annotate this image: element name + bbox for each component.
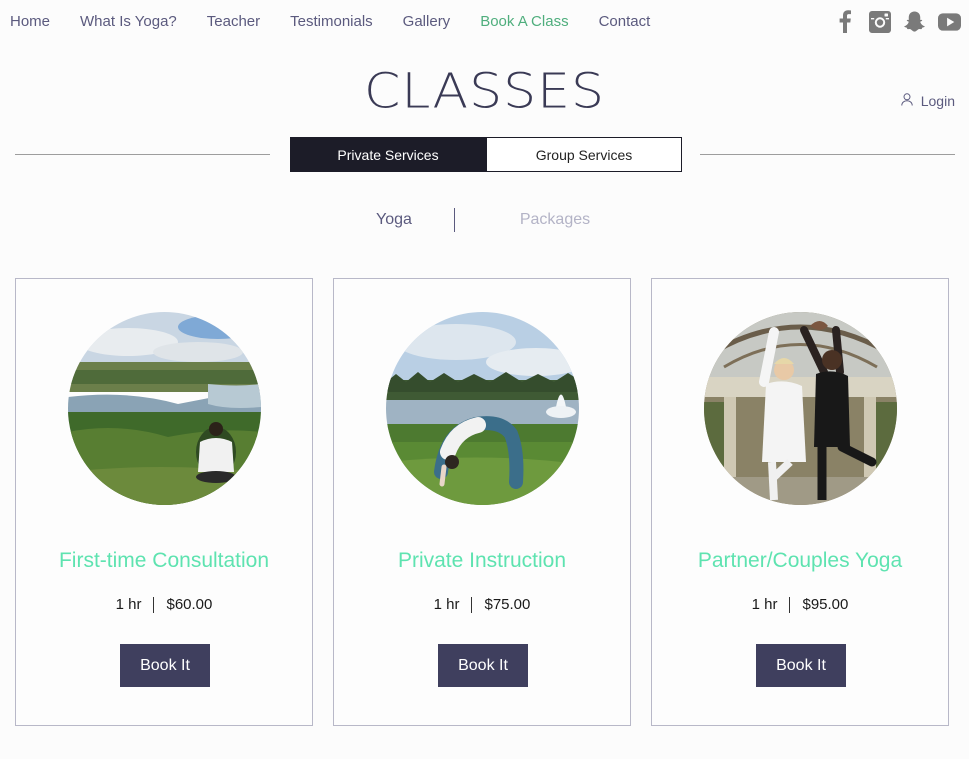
service-photo	[386, 312, 579, 505]
meta-separator	[789, 596, 791, 613]
service-meta: 1 hr $75.00	[334, 596, 630, 613]
nav-item-home[interactable]: Home	[10, 12, 50, 32]
book-it-button[interactable]: Book It	[438, 644, 528, 687]
tab-group-services[interactable]: Group Services	[486, 137, 682, 172]
service-photo	[704, 312, 897, 505]
snapchat-icon[interactable]	[903, 10, 926, 33]
nav-item-what-is-yoga[interactable]: What Is Yoga?	[80, 12, 177, 32]
service-card: First-time Consultation 1 hr $60.00 Book…	[15, 278, 313, 726]
page-title: CLASSES	[364, 64, 605, 120]
service-tabs: Private Services Group Services	[290, 137, 682, 172]
service-duration: 1 hr	[751, 596, 778, 613]
nav-item-book-a-class[interactable]: Book A Class	[480, 12, 568, 32]
divider-right	[700, 154, 955, 155]
service-photo	[68, 312, 261, 505]
service-cards: First-time Consultation 1 hr $60.00 Book…	[15, 278, 949, 726]
service-card: Private Instruction 1 hr $75.00 Book It	[333, 278, 631, 726]
divider-left	[15, 154, 270, 155]
service-price: $75.00	[484, 596, 531, 613]
service-duration: 1 hr	[115, 596, 142, 613]
service-card: Partner/Couples Yoga 1 hr $95.00 Book It	[651, 278, 949, 726]
category-filter: Yoga Packages	[0, 208, 969, 232]
category-divider	[454, 208, 455, 232]
youtube-icon[interactable]	[938, 10, 961, 33]
service-title: Private Instruction	[397, 549, 567, 572]
login-button[interactable]: Login	[901, 93, 955, 109]
meta-separator	[153, 596, 155, 613]
service-duration: 1 hr	[433, 596, 460, 613]
service-title: Partner/Couples Yoga	[697, 549, 903, 572]
social-links	[833, 10, 961, 33]
user-icon	[901, 93, 913, 109]
nav-item-gallery[interactable]: Gallery	[403, 12, 451, 32]
service-price: $95.00	[802, 596, 849, 613]
login-label: Login	[920, 93, 955, 109]
meta-separator	[471, 596, 473, 613]
nav-item-teacher[interactable]: Teacher	[207, 12, 260, 32]
main-nav: Home What Is Yoga? Teacher Testimonials …	[10, 12, 680, 32]
category-yoga[interactable]: Yoga	[334, 211, 454, 229]
book-it-button[interactable]: Book It	[120, 644, 210, 687]
facebook-icon[interactable]	[833, 10, 856, 33]
nav-item-contact[interactable]: Contact	[599, 12, 651, 32]
instagram-icon[interactable]	[868, 10, 891, 33]
category-packages[interactable]: Packages	[495, 211, 615, 229]
book-it-button[interactable]: Book It	[756, 644, 846, 687]
tab-private-services[interactable]: Private Services	[290, 137, 486, 172]
service-meta: 1 hr $95.00	[652, 596, 948, 613]
service-meta: 1 hr $60.00	[16, 596, 312, 613]
nav-item-testimonials[interactable]: Testimonials	[290, 12, 373, 32]
service-price: $60.00	[166, 596, 213, 613]
service-title: First-time Consultation	[58, 549, 270, 572]
